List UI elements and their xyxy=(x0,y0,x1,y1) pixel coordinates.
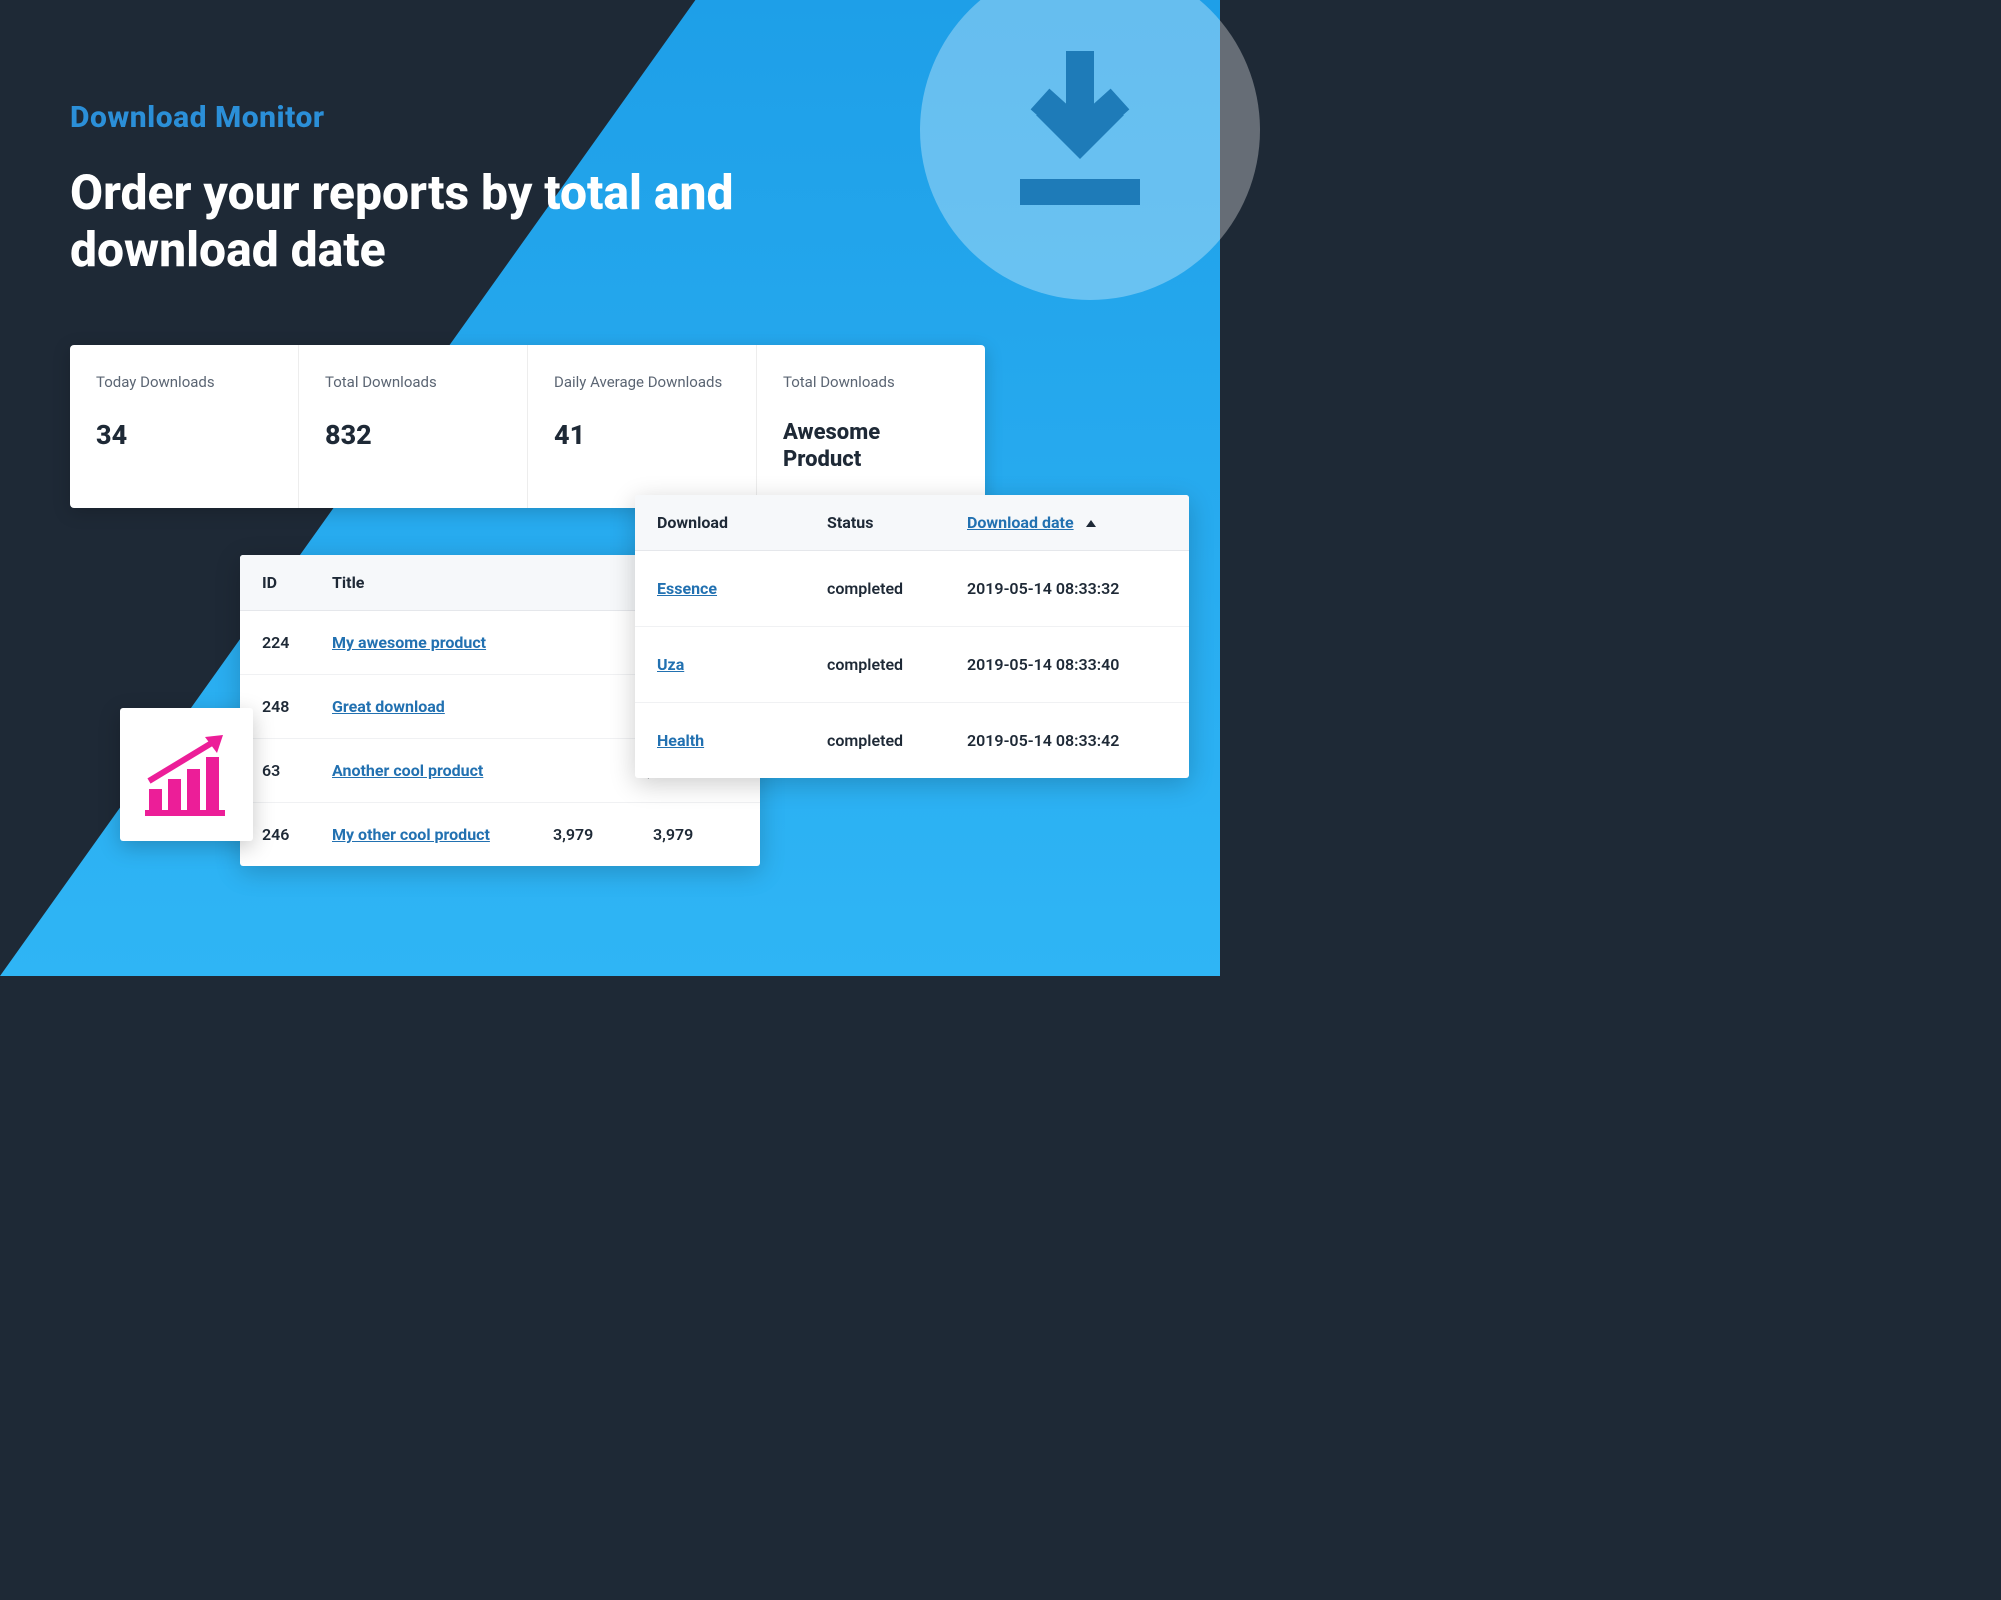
table-row: 246 My other cool product 3,979 3,979 xyxy=(240,803,760,866)
col-id[interactable]: ID xyxy=(262,573,332,592)
date-cell: 2019-05-14 08:33:40 xyxy=(967,655,1167,674)
summary-label: Daily Average Downloads xyxy=(554,373,730,393)
title-link[interactable]: My other cool product xyxy=(332,825,490,844)
download-link[interactable]: Health xyxy=(657,731,704,750)
table-row: Uza completed 2019-05-14 08:33:40 xyxy=(635,627,1189,703)
growth-chart-card xyxy=(120,708,253,841)
title-link[interactable]: My awesome product xyxy=(332,633,486,652)
summary-product-name: Awesome Product xyxy=(783,419,959,474)
summary-daily-avg: Daily Average Downloads 41 xyxy=(528,345,757,508)
date-cell: 2019-05-14 08:33:42 xyxy=(967,731,1167,750)
total-cell: 3,979 xyxy=(553,825,653,844)
summary-label: Today Downloads xyxy=(96,373,272,393)
summary-total: Total Downloads 832 xyxy=(299,345,528,508)
id-cell: 248 xyxy=(262,697,332,716)
col-title[interactable]: Title xyxy=(332,573,638,592)
status-cell: completed xyxy=(827,579,967,598)
summary-card: Today Downloads 34 Total Downloads 832 D… xyxy=(70,345,985,508)
sort-link[interactable]: Download date xyxy=(967,513,1074,532)
download-link[interactable]: Essence xyxy=(657,579,717,598)
summary-top-product: Total Downloads Awesome Product xyxy=(757,345,985,508)
summary-value: 34 xyxy=(96,419,272,451)
brand-title: Download Monitor xyxy=(70,100,325,135)
id-cell: 63 xyxy=(262,761,332,780)
summary-label: Total Downloads xyxy=(783,373,959,393)
col-status[interactable]: Status xyxy=(827,513,967,532)
summary-label: Total Downloads xyxy=(325,373,501,393)
table-row: Essence completed 2019-05-14 08:33:32 xyxy=(635,551,1189,627)
download-link[interactable]: Uza xyxy=(657,655,684,674)
status-cell: completed xyxy=(827,655,967,674)
downloads-by-date-table: Download Status Download date Essence co… xyxy=(635,495,1189,778)
download-icon xyxy=(980,35,1180,235)
summary-value: 41 xyxy=(554,419,730,451)
summary-value: 832 xyxy=(325,419,501,451)
col-download-date-sort[interactable]: Download date xyxy=(967,513,1167,532)
summary-today: Today Downloads 34 xyxy=(70,345,299,508)
date-cell: 2019-05-14 08:33:32 xyxy=(967,579,1167,598)
page-heading: Order your reports by total and download… xyxy=(70,165,850,278)
title-link[interactable]: Another cool product xyxy=(332,761,483,780)
col-download[interactable]: Download xyxy=(657,513,827,532)
sort-asc-icon xyxy=(1086,520,1096,527)
id-cell: 246 xyxy=(262,825,332,844)
title-link[interactable]: Great download xyxy=(332,697,445,716)
growth-chart-icon xyxy=(137,725,237,825)
id-cell: 224 xyxy=(262,633,332,652)
status-cell: completed xyxy=(827,731,967,750)
table-row: Health completed 2019-05-14 08:33:42 xyxy=(635,703,1189,778)
extra-cell: 3,979 xyxy=(653,825,738,844)
table-header-row: Download Status Download date xyxy=(635,495,1189,551)
